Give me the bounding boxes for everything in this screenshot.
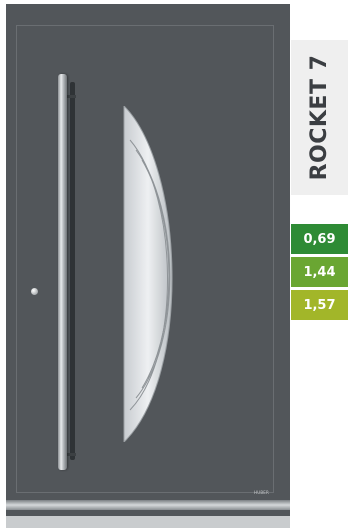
glass-insert: [123, 106, 173, 442]
u-value-badge-2: 1,44: [291, 257, 348, 287]
door-threshold: [6, 516, 290, 528]
lock-cylinder-icon: [31, 288, 38, 295]
u-value-badge-1: 0,69: [291, 224, 348, 254]
model-name-box: ROCKET 7: [291, 40, 348, 195]
handle-shadow: [70, 82, 75, 460]
brand-logo: HUBER: [254, 490, 269, 495]
door-kickplate: [6, 500, 290, 510]
u-value-badge-3: 1,57: [291, 290, 348, 320]
door-handle-bar: [58, 74, 67, 470]
model-name-label: ROCKET 7: [307, 54, 332, 181]
